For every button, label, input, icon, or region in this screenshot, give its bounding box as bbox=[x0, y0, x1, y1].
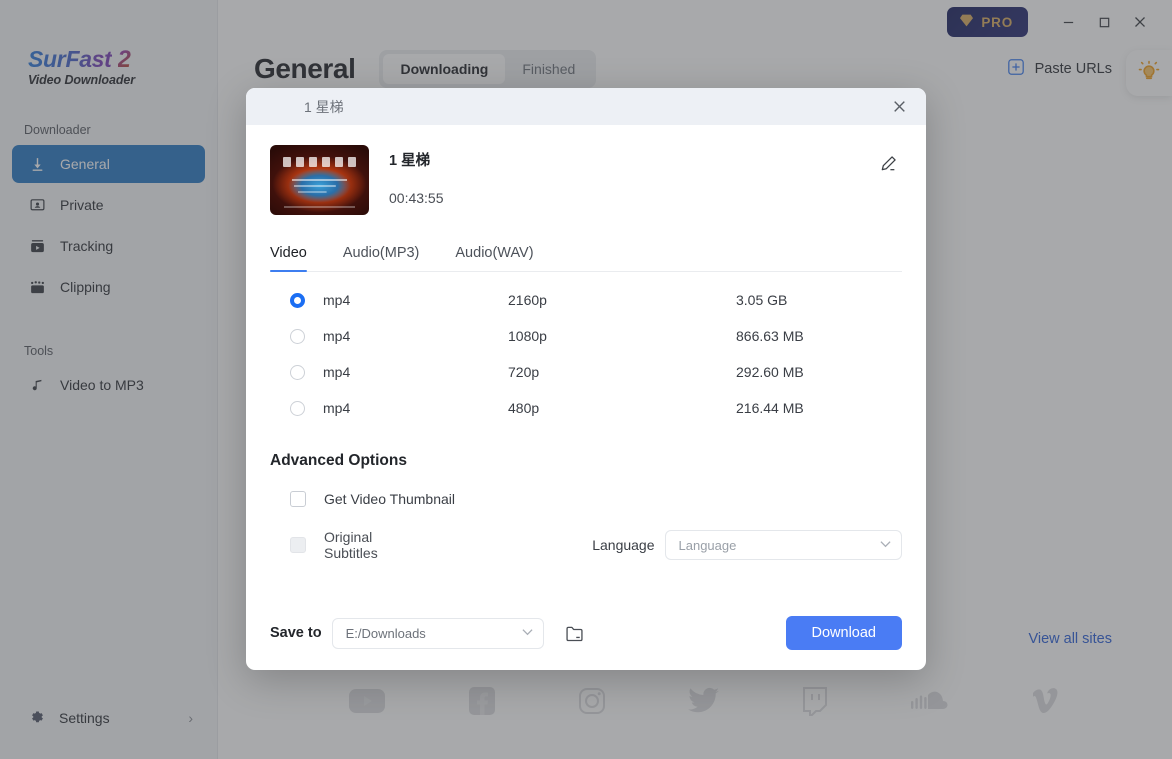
checkbox-get-thumbnail[interactable] bbox=[290, 491, 306, 507]
dialog-title: 1 星梯 bbox=[304, 98, 344, 115]
folder-open-icon[interactable] bbox=[560, 618, 590, 648]
save-path-value: E:/Downloads bbox=[345, 625, 426, 641]
language-label: Language bbox=[592, 537, 655, 553]
thumbnail-overlay-chars bbox=[270, 157, 369, 168]
format-tabs: Video Audio(MP3) Audio(WAV) bbox=[270, 245, 902, 272]
language-select[interactable]: Language bbox=[664, 530, 902, 560]
chevron-down-icon bbox=[512, 627, 533, 639]
radio-button[interactable] bbox=[290, 400, 305, 416]
thumbnail-overlay-lines bbox=[292, 177, 347, 195]
dialog-header: 1 星梯 bbox=[246, 88, 926, 125]
advanced-option-thumbnail[interactable]: Get Video Thumbnail bbox=[270, 482, 902, 516]
save-to-label: Save to bbox=[270, 625, 322, 641]
format-size: 3.05 GB bbox=[736, 292, 788, 308]
dialog-body: 1 星梯 00:43:55 Video Audio(MP3) Audio(WAV… bbox=[246, 125, 926, 596]
format-resolution: 480p bbox=[508, 400, 540, 416]
video-thumbnail bbox=[270, 145, 369, 215]
tab-video[interactable]: Video bbox=[270, 245, 307, 272]
format-extension: mp4 bbox=[323, 364, 351, 380]
save-path-select[interactable]: E:/Downloads bbox=[331, 617, 544, 649]
thumbnail-overlay-footer bbox=[284, 206, 355, 208]
format-row[interactable]: mp4 1080p 866.63 MB bbox=[270, 318, 902, 354]
download-button[interactable]: Download bbox=[785, 616, 902, 650]
close-icon[interactable] bbox=[886, 94, 912, 120]
radio-button[interactable] bbox=[290, 328, 305, 344]
checkbox-original-subtitles bbox=[290, 537, 306, 553]
chevron-down-icon bbox=[870, 539, 891, 551]
video-meta: 1 星梯 00:43:55 bbox=[389, 145, 444, 206]
format-extension: mp4 bbox=[323, 292, 351, 308]
format-list: mp4 2160p 3.05 GB mp4 1080p 866.63 MB mp… bbox=[270, 272, 902, 426]
video-info-row: 1 星梯 00:43:55 bbox=[270, 125, 902, 215]
format-size: 866.63 MB bbox=[736, 328, 804, 344]
video-title: 1 星梯 bbox=[389, 153, 431, 169]
pencil-edit-icon[interactable] bbox=[874, 149, 902, 177]
format-resolution: 1080p bbox=[508, 328, 547, 344]
get-thumbnail-label: Get Video Thumbnail bbox=[324, 491, 456, 507]
language-select-value: Language bbox=[678, 537, 737, 553]
download-options-dialog: 1 星梯 1 星梯 00:43:55 Video Audio(MP3) Audi… bbox=[246, 88, 926, 670]
tab-audio-wav[interactable]: Audio(WAV) bbox=[455, 245, 533, 271]
advanced-options-title: Advanced Options bbox=[270, 452, 407, 469]
format-extension: mp4 bbox=[323, 328, 351, 344]
original-subtitles-label: Original Subtitles bbox=[324, 529, 378, 561]
format-row[interactable]: mp4 720p 292.60 MB bbox=[270, 354, 902, 390]
format-size: 292.60 MB bbox=[736, 364, 804, 380]
radio-button[interactable] bbox=[290, 364, 305, 380]
format-row[interactable]: mp4 480p 216.44 MB bbox=[270, 390, 902, 426]
format-resolution: 2160p bbox=[508, 292, 547, 308]
format-size: 216.44 MB bbox=[736, 400, 804, 416]
format-extension: mp4 bbox=[323, 400, 351, 416]
tab-audio-mp3[interactable]: Audio(MP3) bbox=[343, 245, 420, 271]
advanced-option-subtitles[interactable]: Original Subtitles Language Language bbox=[270, 528, 902, 562]
dialog-footer: Save to E:/Downloads Download bbox=[246, 596, 926, 670]
radio-button[interactable] bbox=[290, 292, 305, 308]
format-resolution: 720p bbox=[508, 364, 540, 380]
format-row[interactable]: mp4 2160p 3.05 GB bbox=[270, 282, 902, 318]
video-duration: 00:43:55 bbox=[389, 190, 444, 206]
